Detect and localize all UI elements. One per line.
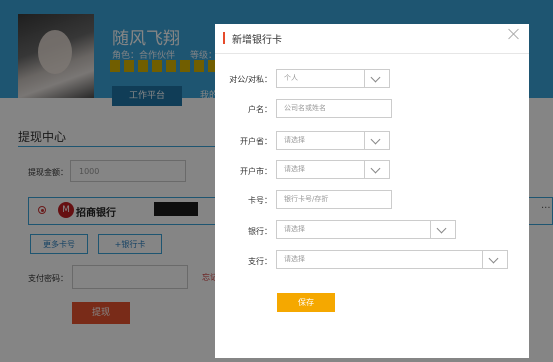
dialog-divider xyxy=(215,53,529,54)
holder-name-label: 户名： xyxy=(248,105,272,114)
account-type-select[interactable]: 个人 xyxy=(276,69,390,88)
city-value: 请选择 xyxy=(284,165,305,173)
close-icon[interactable] xyxy=(508,28,520,40)
account-type-label: 对公/对私： xyxy=(229,75,272,84)
city-select[interactable]: 请选择 xyxy=(276,160,390,179)
chevron-down-icon xyxy=(364,161,389,178)
dialog-title: 新增银行卡 xyxy=(232,35,282,46)
chevron-down-icon xyxy=(364,132,389,149)
province-select[interactable]: 请选择 xyxy=(276,131,390,150)
title-accent xyxy=(223,32,225,44)
card-number-label: 卡号： xyxy=(248,196,272,205)
province-label: 开户省： xyxy=(240,137,272,146)
account-type-value: 个人 xyxy=(284,74,298,82)
baidu-watermark: Baidu经验 xyxy=(422,318,506,337)
chevron-down-icon xyxy=(482,251,507,268)
chevron-down-icon xyxy=(430,221,455,238)
branch-value: 请选择 xyxy=(284,255,305,263)
bank-label: 银行： xyxy=(248,227,272,236)
province-value: 请选择 xyxy=(284,136,305,144)
save-button[interactable]: 保存 xyxy=(277,293,335,312)
bank-select[interactable]: 请选择 xyxy=(276,220,456,239)
city-label: 开户市： xyxy=(240,167,272,176)
holder-name-input[interactable]: 公司名或姓名 xyxy=(276,99,392,118)
bank-value: 请选择 xyxy=(284,225,305,233)
card-number-input[interactable]: 银行卡号/存折 xyxy=(276,190,392,209)
chevron-down-icon xyxy=(364,70,389,87)
branch-select[interactable]: 请选择 xyxy=(276,250,508,269)
watermark-url: jingyan.baidu.com xyxy=(434,340,508,349)
branch-label: 支行： xyxy=(248,257,272,266)
